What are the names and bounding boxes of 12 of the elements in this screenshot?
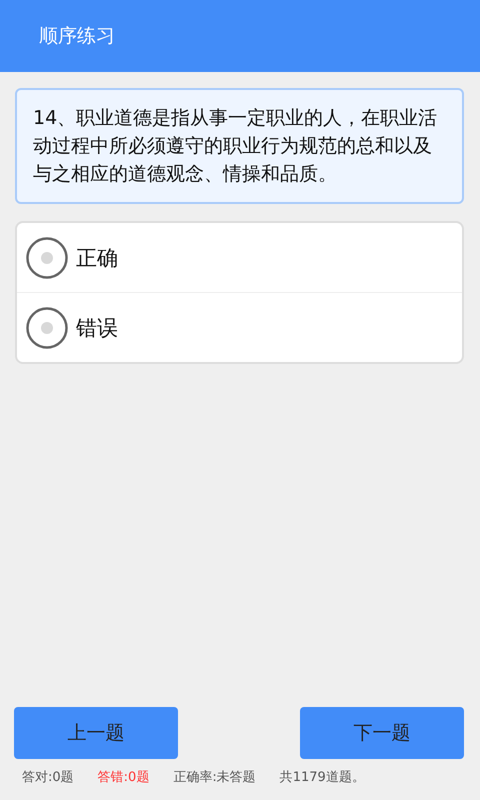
- nav-button[interactable]: 下一题: [300, 707, 464, 759]
- radio-button-icon: [26, 306, 68, 348]
- answer-option[interactable]: 错误: [17, 293, 462, 362]
- nav-button[interactable]: 上一题: [14, 707, 178, 759]
- page-title: 顺序练习: [39, 24, 115, 49]
- question-text: 14、职业道德是指从事一定职业的人，在职业活动过程中所必须遵守的职业行为规范的总和以及与之相应的道德观念、情操和品质。: [33, 106, 438, 187]
- answer-option[interactable]: 正确: [17, 223, 462, 293]
- stat-text: 正确率:未答题: [173, 769, 256, 786]
- radio-button-icon: [26, 236, 68, 278]
- stat-text: 共1179道题。: [280, 769, 365, 786]
- stat-text: 答对:0题: [22, 769, 74, 786]
- stat-text: 答错:0题: [98, 769, 150, 786]
